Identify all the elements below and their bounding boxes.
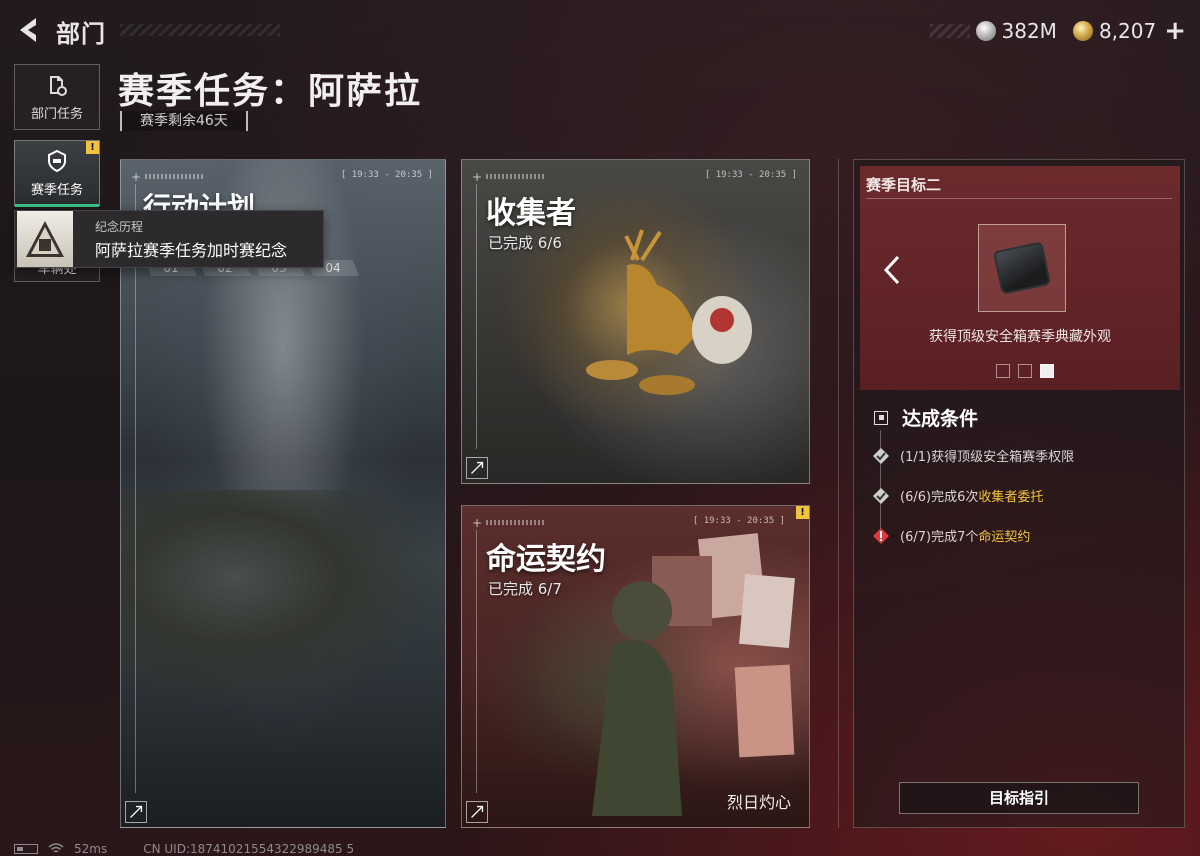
condition-highlight: 命运契约	[978, 530, 1031, 545]
document-icon	[50, 75, 67, 96]
page-dot-active[interactable]	[1040, 364, 1054, 378]
condition-text: (6/6)完成6次	[900, 490, 979, 505]
season-goal-reward: 赛季目标二 获得顶级安全箱赛季典藏外观	[860, 166, 1180, 390]
expand-icon[interactable]	[466, 801, 488, 823]
goal-guide-button[interactable]: 目标指引	[899, 782, 1139, 814]
golden-deer-artwork	[586, 229, 752, 395]
condition-highlight: 收集者委托	[978, 490, 1044, 505]
silver-currency-value: 382M	[1001, 19, 1057, 43]
uid-text: CN UID:18741021554322989485 5	[143, 842, 355, 856]
card-fate-contract[interactable]: ! + [ 19:33 - 20:35 ] 命运契约 已完成 6/7 烈日灼心	[461, 505, 810, 828]
season-days-remaining: 赛季剩余46天	[120, 111, 248, 131]
sidebar-item-label: 部门任务	[30, 106, 83, 122]
panel-divider	[838, 159, 839, 828]
warning-diamond-icon	[873, 527, 889, 544]
card-time-tag: [ 19:33 - 20:35 ]	[704, 170, 797, 180]
sidebar-item-department-tasks[interactable]: 部门任务	[14, 64, 100, 130]
card-progress: 已完成 6/6	[488, 234, 562, 252]
gold-currency-value: 8,207	[1098, 19, 1157, 43]
reward-item-frame[interactable]	[978, 224, 1066, 312]
page-dot[interactable]	[996, 364, 1010, 378]
conditions-header: 达成条件	[874, 404, 978, 431]
chevron-left-icon[interactable]	[882, 254, 902, 286]
sidebar-item-season-tasks[interactable]: ! 赛季任务	[14, 140, 100, 207]
condition-item: (6/7)完成7个命运契约	[872, 526, 1030, 545]
condition-item: (6/6)完成6次收集者委托	[872, 486, 1043, 505]
card-progress: 已完成 6/7	[488, 580, 562, 598]
reward-caption: 获得顶级安全箱赛季典藏外观	[929, 329, 1111, 345]
expand-icon[interactable]	[125, 801, 147, 823]
ping-value: 52ms	[74, 842, 108, 856]
card-header-decoration	[486, 174, 546, 179]
condition-item: (1/1)获得顶级安全箱赛季权限	[872, 446, 1074, 465]
warning-badge: !	[796, 506, 809, 519]
currency-bar: 382M 8,207 +	[929, 18, 1186, 44]
back-arrow-icon[interactable]	[16, 16, 42, 44]
condition-text: (6/7)完成7个	[900, 530, 979, 545]
expand-icon[interactable]	[466, 457, 488, 479]
shield-emblem-icon	[48, 149, 66, 172]
commemoration-badge-icon	[17, 211, 73, 267]
page-title: 赛季任务：阿萨拉	[118, 71, 423, 112]
header-decoration	[120, 24, 280, 36]
condition-text: (1/1)获得顶级安全箱赛季权限	[900, 450, 1075, 465]
card-time-tag: [ 19:33 - 20:35 ]	[340, 170, 433, 180]
sidebar-item-label: 赛季任务	[30, 182, 83, 198]
crosshair-icon: +	[472, 516, 483, 530]
title-divider	[866, 198, 1172, 199]
card-header-decoration	[145, 174, 205, 179]
conditions-title: 达成条件	[902, 408, 979, 430]
crosshair-icon: +	[472, 170, 483, 184]
check-diamond-icon	[873, 487, 889, 504]
commemoration-tooltip: 纪念历程 阿萨拉赛季任务加时赛纪念	[14, 210, 324, 268]
tooltip-text: 阿萨拉赛季任务加时赛纪念	[95, 240, 288, 260]
battery-icon	[14, 844, 38, 854]
status-bar: 52ms CN UID:18741021554322989485 5	[14, 842, 354, 856]
warning-badge: !	[86, 141, 99, 154]
bullet-icon	[874, 410, 888, 425]
card-time-tag: [ 19:33 - 20:35 ]	[692, 516, 785, 526]
card-header-decoration	[486, 520, 546, 525]
wifi-icon	[48, 843, 64, 853]
tooltip-subtitle: 纪念历程	[95, 219, 144, 234]
page-indicator	[996, 364, 1054, 378]
gold-coin-icon	[1072, 21, 1093, 41]
top-title: 部门	[56, 20, 106, 48]
card-title: 命运契约	[486, 542, 606, 577]
page-dot[interactable]	[1018, 364, 1032, 378]
card-title: 收集者	[486, 196, 576, 231]
season-goal-title: 赛季目标二	[866, 176, 942, 194]
island-artwork	[121, 490, 445, 710]
check-diamond-icon	[873, 447, 889, 464]
season-goal-panel: 赛季目标二 获得顶级安全箱赛季典藏外观 达成条件 (1/1)获得顶级安全箱赛季权…	[853, 159, 1185, 828]
card-frame-line	[135, 184, 136, 793]
crosshair-icon: +	[131, 170, 142, 184]
card-caption: 烈日灼心	[726, 793, 791, 812]
silver-coin-icon	[975, 21, 996, 41]
safe-box-icon	[992, 241, 1052, 295]
card-collector[interactable]: + [ 19:33 - 20:35 ] 收集者 已完成 6/6	[461, 159, 810, 484]
currency-decoration	[929, 24, 970, 38]
add-currency-button[interactable]: +	[1164, 18, 1186, 44]
card-frame-line	[476, 530, 477, 793]
card-frame-line	[476, 184, 477, 449]
